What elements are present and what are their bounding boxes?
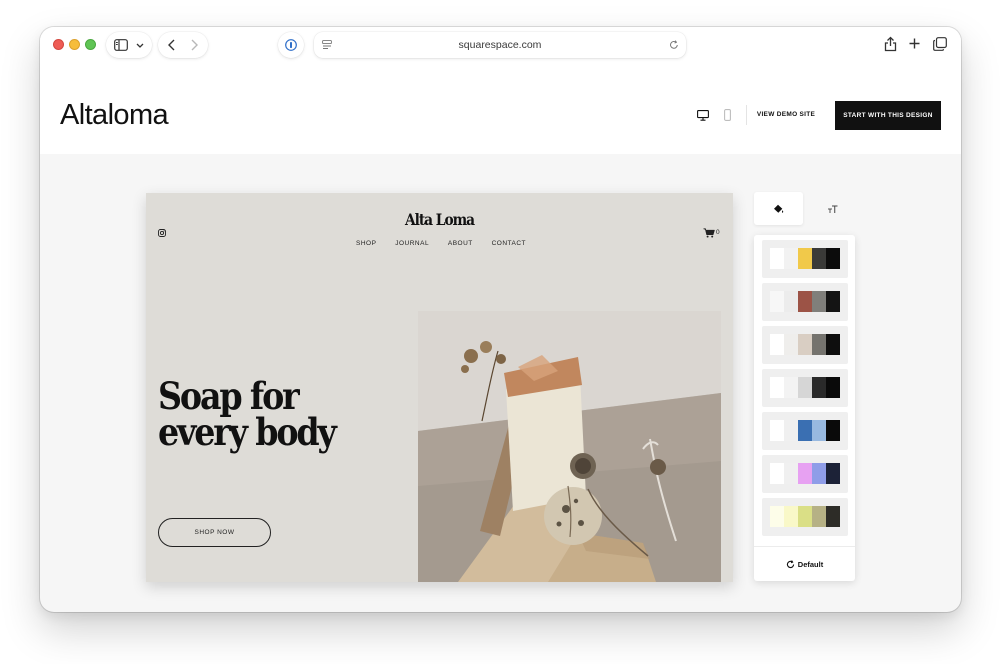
default-label: Default [797, 559, 824, 569]
color-palette-option[interactable] [762, 369, 848, 407]
palette-swatch [784, 334, 798, 355]
palette-swatch [784, 377, 798, 398]
palette-swatch [770, 334, 784, 355]
palette-swatch [798, 291, 812, 312]
reset-default-button[interactable]: Default [754, 547, 855, 581]
palette-swatches [770, 377, 840, 398]
palette-swatch [784, 248, 798, 269]
palette-swatch [770, 377, 784, 398]
palette-swatch [826, 463, 840, 484]
palette-swatch [812, 334, 826, 355]
tab-fonts[interactable] [808, 192, 857, 225]
palette-swatch [798, 334, 812, 355]
reload-icon[interactable] [669, 40, 679, 50]
cart-count: 0 [716, 229, 720, 236]
preview-nav-journal[interactable]: JOURNAL [395, 240, 429, 247]
template-name: Altaloma [60, 99, 169, 131]
new-tab-icon[interactable] [909, 38, 920, 49]
palette-swatch [784, 420, 798, 441]
palette-swatch [770, 291, 784, 312]
palette-swatch [826, 248, 840, 269]
password-key-icon [285, 39, 297, 51]
tab-overview-icon[interactable] [933, 37, 947, 51]
color-palette-panel: Default [754, 235, 855, 581]
url-text: squarespace.com [458, 39, 542, 51]
palette-swatch [770, 420, 784, 441]
palette-swatches [770, 420, 840, 441]
palette-swatch [798, 463, 812, 484]
palette-swatch [826, 420, 840, 441]
instagram-icon[interactable] [158, 229, 166, 237]
font-size-icon [828, 205, 838, 213]
color-palette-option[interactable] [762, 498, 848, 536]
palette-swatch [784, 506, 798, 527]
palette-swatch [812, 248, 826, 269]
palette-swatch [784, 463, 798, 484]
palette-swatch [770, 506, 784, 527]
reset-icon [786, 559, 794, 568]
forward-arrow-icon[interactable] [191, 39, 198, 51]
palette-swatch [812, 463, 826, 484]
desktop-view-icon[interactable] [697, 110, 709, 121]
browser-toolbar: squarespace.com [40, 27, 961, 63]
start-with-this-design-button[interactable]: START WITH THIS DESIGN [835, 101, 941, 130]
palette-swatch [812, 291, 826, 312]
close-window-button[interactable] [53, 39, 64, 50]
palette-swatch [826, 334, 840, 355]
palette-swatch [798, 248, 812, 269]
history-nav [158, 32, 208, 58]
color-palette-option[interactable] [762, 455, 848, 493]
preview-nav-shop[interactable]: SHOP [356, 240, 376, 247]
color-palette-option[interactable] [762, 240, 848, 278]
minimize-window-button[interactable] [69, 39, 80, 50]
site-header: Altaloma VIEW DEMO SITE START WITH THIS … [40, 63, 961, 154]
palette-swatch [812, 506, 826, 527]
palette-swatches [770, 291, 840, 312]
chevron-down-icon[interactable] [136, 43, 144, 48]
view-demo-site-link[interactable]: VIEW DEMO SITE [752, 111, 820, 118]
password-manager-button[interactable] [278, 32, 304, 58]
palette-swatch [770, 248, 784, 269]
preview-site-logo: Alta Loma [404, 210, 475, 229]
preview-nav: SHOP JOURNAL ABOUT CONTACT [356, 240, 526, 247]
back-arrow-icon[interactable] [168, 39, 175, 51]
paint-bucket-icon [774, 204, 784, 213]
mobile-view-icon[interactable] [724, 109, 731, 121]
browser-window: squarespace.com Altaloma VIEW DEMO SITE … [40, 27, 961, 612]
palette-swatch [798, 377, 812, 398]
palette-swatch [812, 377, 826, 398]
palette-swatch [826, 377, 840, 398]
palette-swatches [770, 248, 840, 269]
sidebar-icon [114, 39, 128, 51]
palette-swatch [798, 420, 812, 441]
tab-colors[interactable] [754, 192, 803, 225]
share-icon[interactable] [884, 36, 897, 52]
palette-swatches [770, 463, 840, 484]
preview-nav-about[interactable]: ABOUT [448, 240, 473, 247]
preview-nav-contact[interactable]: CONTACT [492, 240, 526, 247]
palette-swatch [826, 506, 840, 527]
palette-swatch [826, 291, 840, 312]
palette-swatch [798, 506, 812, 527]
palette-swatches [770, 506, 840, 527]
color-palette-option[interactable] [762, 412, 848, 450]
template-preview: Alta Loma SHOP JOURNAL ABOUT CONTACT 0 S… [146, 193, 733, 582]
color-palette-option[interactable] [762, 283, 848, 321]
address-bar[interactable]: squarespace.com [314, 32, 686, 58]
header-divider [746, 105, 747, 125]
palette-swatches [770, 334, 840, 355]
palette-swatch [812, 420, 826, 441]
hero-headline: Soap for every body [158, 374, 337, 454]
hero-soap-image [418, 311, 721, 582]
palette-swatch [770, 463, 784, 484]
cart-icon[interactable] [703, 228, 715, 238]
zoom-window-button[interactable] [85, 39, 96, 50]
shop-now-button[interactable]: SHOP NOW [158, 518, 271, 547]
sidebar-toggle-button[interactable] [106, 32, 152, 58]
palette-swatch [784, 291, 798, 312]
color-palette-option[interactable] [762, 326, 848, 364]
